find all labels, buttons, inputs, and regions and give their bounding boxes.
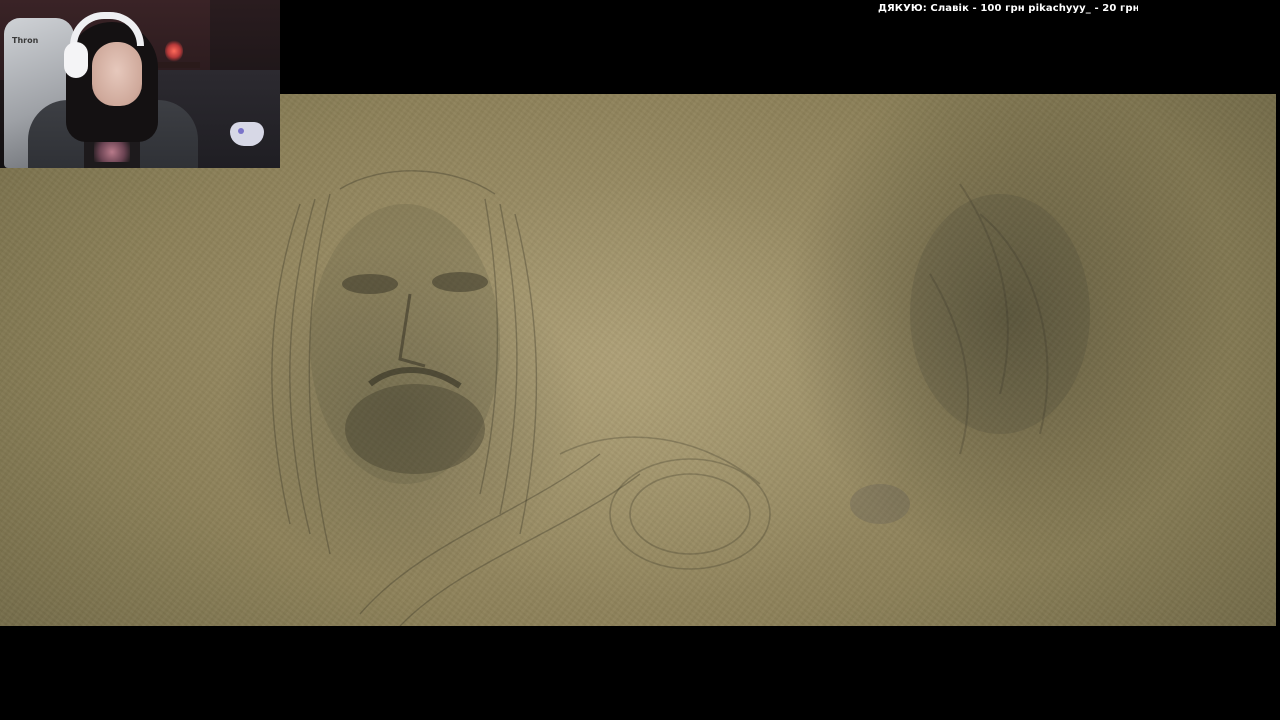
lamp-light: [165, 40, 183, 62]
streamer-face: [92, 42, 142, 106]
game-video-frame: [0, 94, 1276, 626]
shirt-print: [94, 142, 130, 162]
stream-canvas: Thron ДЯКУЮ: Славік - 100 грн pikachyyy_…: [0, 0, 1280, 720]
headphone-earcup: [64, 42, 88, 78]
donation-ticker: ДЯКУЮ: Славік - 100 грн pikachyyy_ - 20 …: [878, 2, 1138, 16]
donation-ticker-text: ДЯКУЮ: Славік - 100 грн pikachyyy_ - 20 …: [878, 3, 1138, 14]
chair-brand-label: Thron: [12, 36, 39, 45]
webcam-overlay: Thron: [0, 0, 280, 168]
gamepad-icon: [230, 122, 264, 146]
pencil-sketch-illustration: [271, 170, 1090, 626]
